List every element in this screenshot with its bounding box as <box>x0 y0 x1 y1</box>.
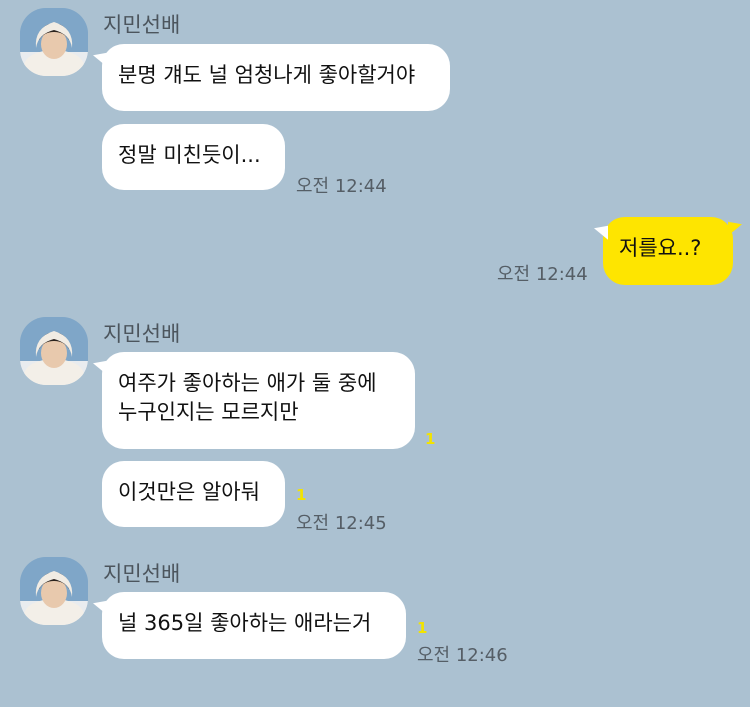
sender-name: 지민선배 <box>103 13 181 37</box>
message-text: 널 365일 좋아하는 애라는거 <box>118 611 372 635</box>
profile-photo-icon <box>20 557 88 625</box>
profile-photo-icon <box>20 8 88 76</box>
message-text-line: 누구인지는 모르지만 <box>118 400 299 424</box>
outgoing-message-bubble[interactable]: 저를요..? <box>603 217 733 285</box>
message-text: 저를요..? <box>619 236 702 260</box>
sender-name: 지민선배 <box>103 322 181 346</box>
message-text: 이것만은 알아둬 <box>118 480 260 504</box>
sender-name: 지민선배 <box>103 562 181 586</box>
message-bubble[interactable]: 널 365일 좋아하는 애라는거 <box>102 592 406 659</box>
unread-count: 1 <box>296 486 307 504</box>
unread-count: 1 <box>417 619 428 637</box>
unread-count: 1 <box>425 430 436 448</box>
message-time: 오전 12:44 <box>296 176 387 197</box>
message-bubble[interactable]: 정말 미친듯이... <box>102 124 285 190</box>
message-bubble[interactable]: 분명 걔도 널 엄청나게 좋아할거야 <box>102 44 450 111</box>
message-text: 분명 걔도 널 엄청나게 좋아할거야 <box>118 63 416 87</box>
message-bubble[interactable]: 이것만은 알아둬 <box>102 461 285 527</box>
message-time: 오전 12:46 <box>417 645 508 666</box>
profile-photo-icon <box>20 317 88 385</box>
message-text: 정말 미친듯이... <box>118 143 261 167</box>
message-text-line: 여주가 좋아하는 애가 둘 중에 <box>118 371 377 395</box>
sender-avatar[interactable] <box>20 557 88 625</box>
message-time: 오전 12:45 <box>296 513 387 534</box>
message-time: 오전 12:44 <box>497 264 588 285</box>
sender-avatar[interactable] <box>20 317 88 385</box>
sender-avatar[interactable] <box>20 8 88 76</box>
message-bubble[interactable]: 여주가 좋아하는 애가 둘 중에 누구인지는 모르지만 <box>102 352 415 449</box>
